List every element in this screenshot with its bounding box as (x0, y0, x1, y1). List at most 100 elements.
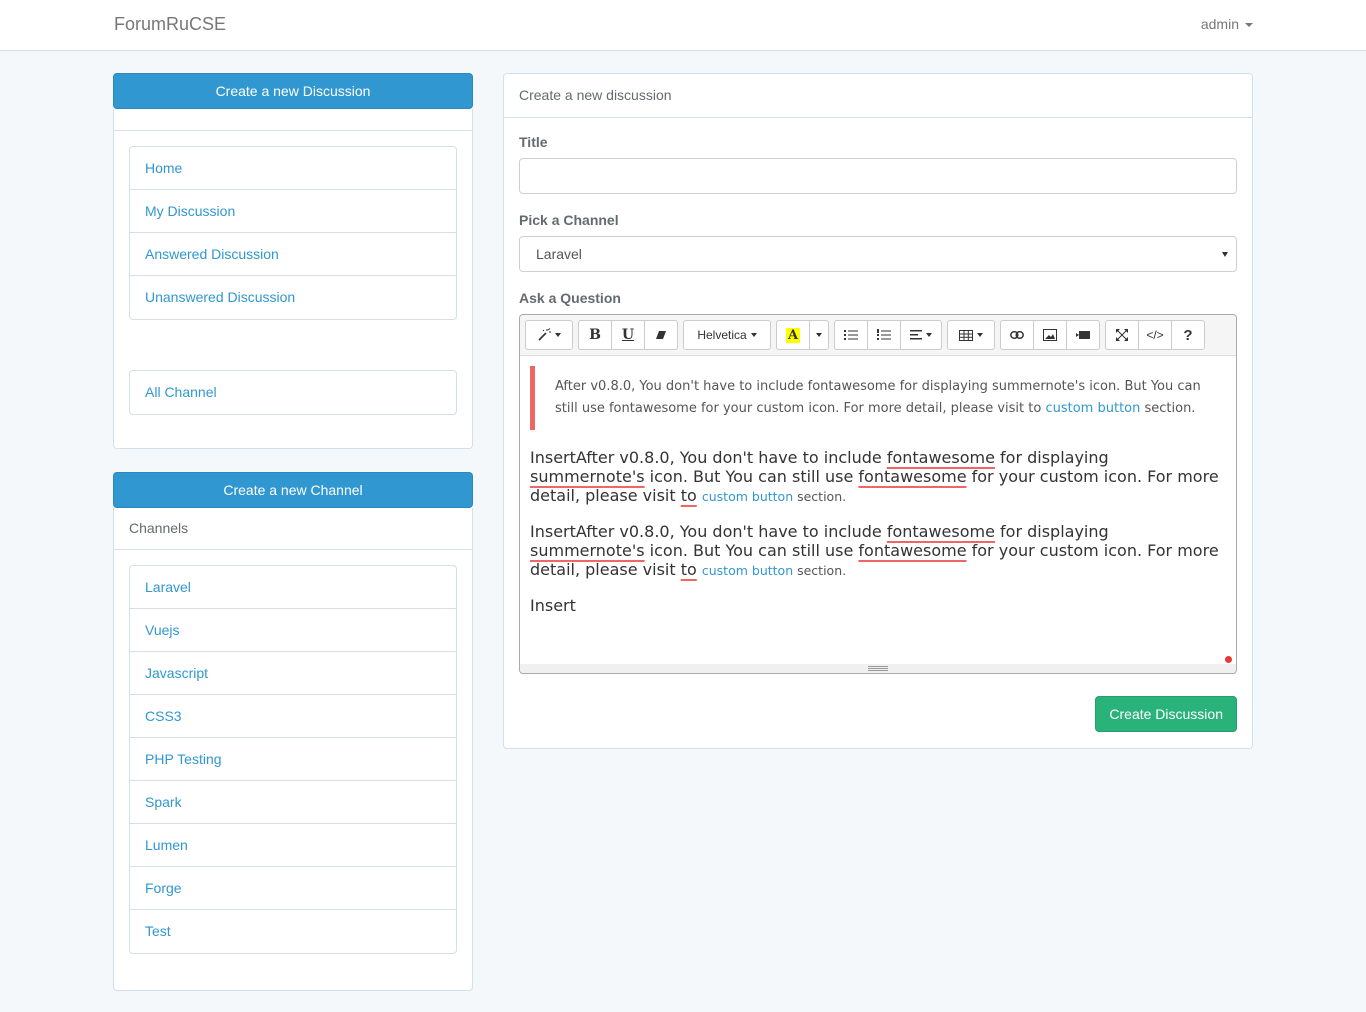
status-dot-icon (1225, 656, 1232, 663)
channel-item[interactable]: Spark (130, 781, 456, 824)
navbar: ForumRuCSE admin (0, 0, 1366, 51)
editor-resize-bar[interactable] (520, 664, 1236, 673)
nav-item-my-discussion[interactable]: My Discussion (130, 190, 456, 233)
unordered-list-icon (844, 330, 858, 340)
channel-item[interactable]: Vuejs (130, 609, 456, 652)
fullscreen-icon (1116, 329, 1128, 341)
create-discussion-submit-button[interactable]: Create Discussion (1095, 696, 1237, 732)
editor-toolbar: B U Helvetica A </> ? (520, 315, 1236, 356)
table-icon (959, 329, 973, 341)
paragraph-text: InsertAfter v0.8.0, You don't have to in… (530, 448, 887, 467)
bold-button[interactable]: B (578, 320, 612, 350)
channel-item[interactable]: CSS3 (130, 695, 456, 738)
channel-select[interactable]: Laravel (519, 236, 1237, 272)
create-discussion-form: Title Pick a Channel Laravel Ask a Quest… (504, 118, 1252, 674)
table-group (947, 320, 995, 350)
paragraph-custom-button-link[interactable]: custom button (702, 563, 793, 578)
paragraph-text: icon. But You can still use (644, 541, 859, 560)
fullscreen-button[interactable] (1105, 320, 1139, 350)
unordered-list-button[interactable] (834, 320, 868, 350)
paragraph-custom-button-link[interactable]: custom button (702, 489, 793, 504)
rich-text-editor: B U Helvetica A </> ? After v0.8.0, You … (519, 314, 1237, 674)
paragraph-link-wrap: custom button section. (702, 489, 846, 504)
highlight-color-button[interactable]: A (776, 320, 810, 350)
misspelled-word: summernote's (530, 541, 645, 560)
nav-item-home[interactable]: Home (130, 147, 456, 190)
brand-link[interactable]: ForumRuCSE (114, 14, 226, 35)
blockquote-after-text: section. (1140, 401, 1196, 416)
font-name-group: Helvetica (683, 320, 771, 350)
all-channel-list: All Channel (129, 370, 457, 415)
link-icon (1010, 331, 1024, 339)
caret-down-icon (816, 333, 822, 337)
create-discussion-heading: Create a new discussion (504, 74, 1252, 118)
channel-item[interactable]: Forge (130, 867, 456, 910)
color-dropdown-button[interactable] (809, 320, 829, 350)
caret-down-icon (555, 333, 561, 337)
clear-format-button[interactable] (644, 320, 678, 350)
style-magic-button[interactable] (525, 320, 573, 350)
channel-label: Pick a Channel (519, 212, 619, 228)
user-menu[interactable]: admin (1201, 16, 1253, 32)
caret-down-icon (977, 333, 983, 337)
misspelled-word: fontawesome (886, 522, 995, 541)
editor-paragraph: InsertAfter v0.8.0, You don't have to in… (530, 448, 1226, 506)
navigation-panel-body: Home My Discussion Answered Discussion U… (114, 131, 472, 430)
channels-panel-body: Laravel Vuejs Javascript CSS3 PHP Testin… (114, 550, 472, 969)
channel-item[interactable]: Lumen (130, 824, 456, 867)
style-group (525, 320, 573, 350)
resize-grip-icon (868, 666, 888, 671)
misspelled-word: summernote's (530, 467, 645, 486)
font-style-group: B U (578, 320, 678, 350)
magic-wand-icon (538, 328, 551, 341)
create-channel-button[interactable]: Create a new Channel (113, 472, 473, 508)
underline-button[interactable]: U (611, 320, 645, 350)
misspelled-word: fontawesome (858, 467, 967, 486)
question-label: Ask a Question (519, 290, 621, 306)
title-input[interactable] (519, 158, 1237, 194)
channels-panel: Channels Laravel Vuejs Javascript CSS3 P… (113, 508, 473, 991)
channel-selected-value: Laravel (536, 246, 582, 262)
channel-item[interactable]: Test (130, 910, 456, 953)
ordered-list-button[interactable] (867, 320, 901, 350)
user-name: admin (1200, 16, 1239, 32)
create-discussion-button[interactable]: Create a new Discussion (113, 73, 473, 109)
font-name-dropdown[interactable]: Helvetica (683, 320, 771, 350)
ordered-list-icon (877, 329, 891, 340)
paragraph-align-dropdown[interactable] (900, 320, 942, 350)
misspelled-word: to (680, 560, 697, 579)
nav-list: Home My Discussion Answered Discussion U… (129, 146, 457, 320)
title-label: Title (519, 134, 548, 150)
color-group: A (776, 320, 829, 350)
paragraph-after-text: section. (793, 489, 847, 504)
align-left-icon (910, 330, 922, 340)
nav-item-answered-discussion[interactable]: Answered Discussion (130, 233, 456, 276)
misspelled-word: fontawesome (886, 448, 995, 467)
nav-item-unanswered-discussion[interactable]: Unanswered Discussion (130, 276, 456, 319)
view-group: </> ? (1105, 320, 1205, 350)
nav-item-all-channel[interactable]: All Channel (130, 371, 456, 414)
video-icon (1076, 331, 1090, 339)
misspelled-word: fontawesome (858, 541, 967, 560)
caret-down-icon (1245, 23, 1253, 27)
create-discussion-panel: Create a new discussion Title Pick a Cha… (503, 73, 1253, 749)
blockquote-custom-button-link[interactable]: custom button (1045, 401, 1140, 416)
select-arrow-icon (1222, 252, 1228, 257)
channel-item[interactable]: Laravel (130, 566, 456, 609)
table-dropdown[interactable] (947, 320, 995, 350)
eraser-icon (656, 331, 666, 339)
caret-down-icon (750, 333, 757, 337)
paragraph-text: InsertAfter v0.8.0, You don't have to in… (530, 522, 887, 541)
channel-item[interactable]: Javascript (130, 652, 456, 695)
channel-item[interactable]: PHP Testing (130, 738, 456, 781)
insert-picture-button[interactable] (1033, 320, 1067, 350)
insert-video-button[interactable] (1066, 320, 1100, 350)
code-view-button[interactable]: </> (1138, 320, 1172, 350)
left-sidebar: Create a new Discussion Home My Discussi… (113, 73, 473, 991)
help-button[interactable]: ? (1171, 320, 1205, 350)
channels-heading: Channels (114, 508, 472, 550)
insert-link-button[interactable] (1000, 320, 1034, 350)
caret-down-icon (926, 333, 932, 337)
editor-content[interactable]: After v0.8.0, You don't have to include … (520, 356, 1236, 664)
paragraph-group (834, 320, 942, 350)
